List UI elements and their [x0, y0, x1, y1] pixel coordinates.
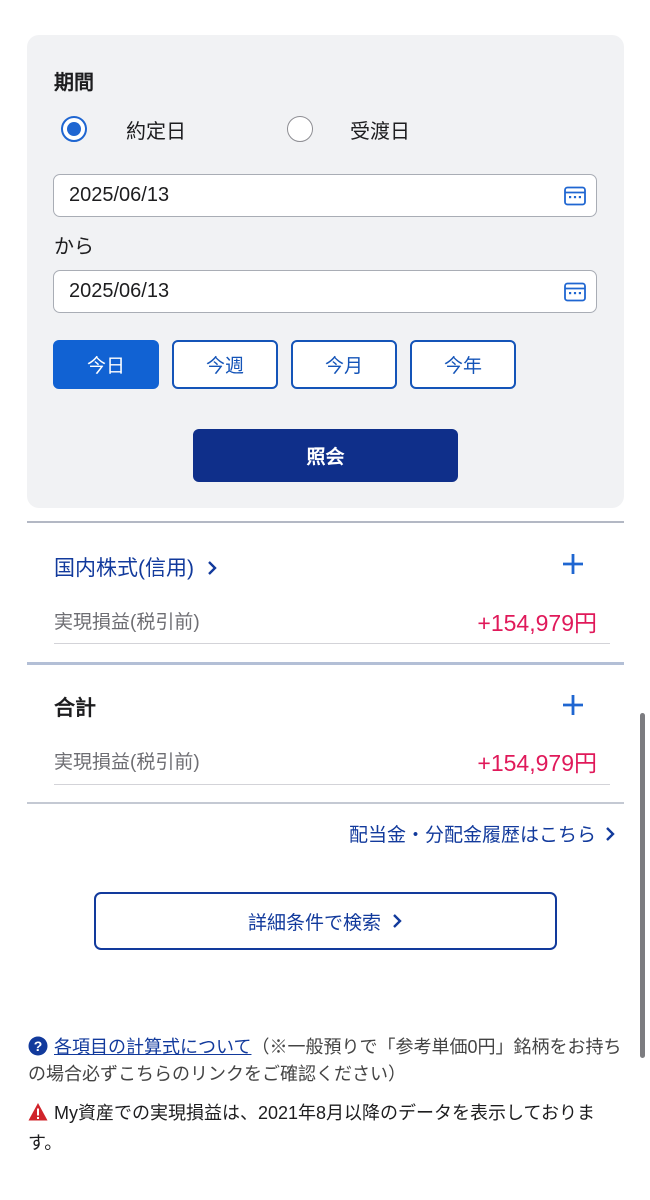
scrollbar[interactable] — [640, 713, 645, 1058]
divider — [27, 802, 624, 804]
dividend-history-link[interactable]: 配当金・分配金履歴はこちら — [349, 820, 616, 847]
calc-note: ? 各項目の計算式について（※一般預りで「参考単価0円」銘柄をお持ちの場合必ずこち… — [28, 1034, 628, 1088]
calendar-icon[interactable] — [564, 185, 586, 206]
detail-search-button[interactable]: 詳細条件で検索 — [94, 892, 557, 950]
divider — [27, 662, 624, 665]
realized-pnl-value: +154,979円 — [477, 750, 597, 776]
realized-pnl-value: +154,979円 — [477, 610, 597, 636]
radio-trade-date[interactable] — [61, 116, 87, 142]
range-this-month-button[interactable]: 今月 — [291, 340, 397, 389]
section-margin-stock-title[interactable]: 国内株式(信用) — [54, 552, 218, 582]
row-divider — [54, 784, 610, 785]
realized-pnl-label: 実現損益(税引前) — [54, 612, 200, 633]
row-divider — [54, 643, 610, 644]
chevron-right-icon — [606, 826, 615, 841]
warning-text: My資産での実現損益は、2021年8月以降のデータを表示しております。 — [28, 1103, 595, 1153]
radio-settlement-date-label[interactable]: 受渡日 — [350, 115, 410, 144]
to-date-value: 2025/06/13 — [69, 280, 170, 302]
radio-settlement-date[interactable] — [287, 116, 313, 142]
plus-icon[interactable] — [560, 551, 586, 577]
chevron-right-icon — [393, 914, 402, 928]
period-label: 期間 — [54, 70, 94, 94]
chevron-right-icon — [207, 561, 217, 575]
range-this-week-button[interactable]: 今週 — [172, 340, 278, 389]
calc-formula-link[interactable]: 各項目の計算式について — [54, 1037, 251, 1057]
inquiry-button[interactable]: 照会 — [193, 429, 458, 482]
to-date-field[interactable]: 2025/06/13 — [53, 270, 597, 313]
from-date-field[interactable]: 2025/06/13 — [53, 174, 597, 217]
divider — [27, 521, 624, 523]
radio-trade-date-label[interactable]: 約定日 — [126, 115, 186, 144]
range-this-year-button[interactable]: 今年 — [410, 340, 516, 389]
from-date-value: 2025/06/13 — [69, 184, 170, 206]
plus-icon[interactable] — [560, 692, 586, 718]
section-total-title: 合計 — [54, 697, 96, 720]
calendar-icon[interactable] — [564, 281, 586, 302]
warning-note: My資産での実現損益は、2021年8月以降のデータを表示しております。 — [28, 1098, 628, 1158]
range-today-button[interactable]: 今日 — [53, 340, 159, 389]
realized-pnl-label: 実現損益(税引前) — [54, 752, 200, 773]
svg-text:?: ? — [34, 1038, 43, 1054]
warning-icon — [28, 1103, 48, 1121]
help-circle-icon: ? — [28, 1036, 48, 1056]
range-separator: から — [54, 234, 94, 258]
